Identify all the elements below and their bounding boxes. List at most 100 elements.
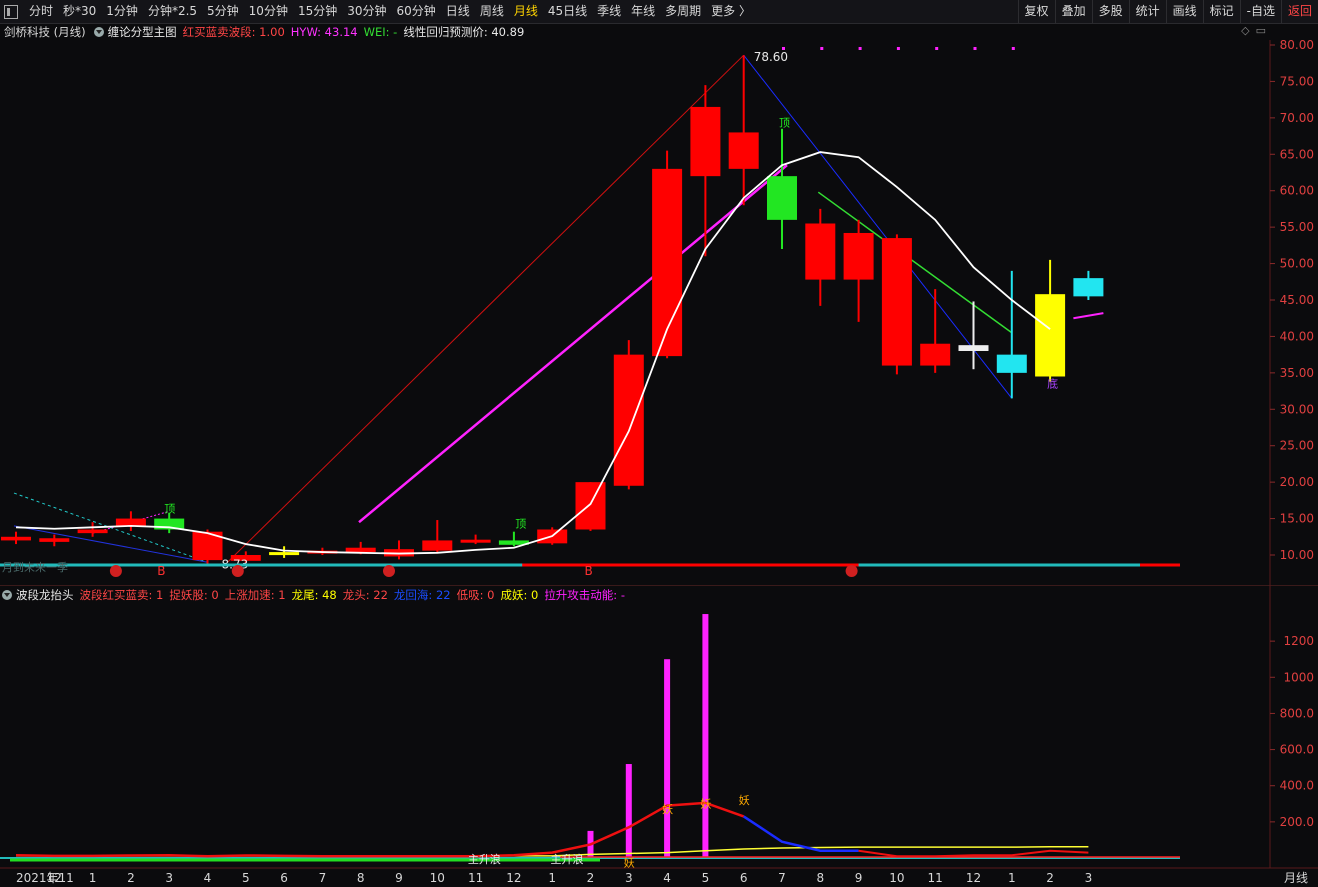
kline-chart[interactable]: 80.00 75.00 70.00 65.00 60.00 55.00 50.00 45.00… [0, 0, 1318, 887]
signal-dot [109, 565, 122, 577]
time-axis-label: 9 [395, 871, 403, 885]
top-signal-label: 顶 [515, 517, 526, 530]
trend-line-magenta [358, 164, 788, 524]
candle-body [920, 343, 951, 366]
price-tick-label: 50.00 [1280, 257, 1314, 271]
time-axis-label: 4 [204, 871, 212, 885]
candle-body [958, 345, 989, 351]
buy-signal-label: B [157, 564, 165, 578]
candle-body [422, 540, 453, 551]
time-axis-label: 6 [280, 871, 288, 885]
sub-tick-label: 1000 [1283, 670, 1314, 684]
price-tick-label: 45.00 [1280, 293, 1314, 307]
candle-body [1, 536, 31, 541]
wave-label: 主升浪 [468, 852, 501, 866]
candle-body [728, 132, 759, 169]
sub-bar [702, 614, 709, 858]
time-axis-label: 3 [1085, 871, 1093, 885]
price-tick-label: 15.00 [1280, 512, 1314, 526]
sub-tick-label: 400.0 [1280, 779, 1314, 793]
candle-body [881, 238, 912, 366]
time-axis-label: 12 [966, 871, 981, 885]
candle-body [1035, 294, 1066, 377]
ma-tail-magenta [1073, 312, 1104, 320]
time-axis-label: 2 [127, 871, 135, 885]
time-axis-label: 2 [587, 871, 595, 885]
top-dot-mark [973, 47, 977, 50]
time-axis-label: 10 [430, 871, 445, 885]
sub-tick-label: 600.0 [1280, 743, 1314, 757]
candle-body [77, 529, 108, 534]
candle-body [1073, 278, 1104, 297]
time-axis-label: 11 [928, 871, 943, 885]
sub-bar [664, 659, 671, 858]
time-axis-label: 4 [663, 871, 671, 885]
time-axis-label: 8 [816, 871, 824, 885]
sub-line-red-tail [858, 849, 1089, 858]
candle-body [690, 106, 721, 177]
yao-label: 妖 [700, 796, 711, 810]
candle-body [575, 482, 606, 530]
left-note: 月到未来一季 [2, 561, 68, 574]
price-tick-label: 20.00 [1280, 475, 1314, 489]
candle-body [115, 518, 146, 526]
candle-body [767, 176, 797, 220]
candle-body [843, 232, 874, 280]
yao-label: 妖 [662, 802, 673, 816]
candle-body [39, 538, 70, 542]
buy-signal-label: B [585, 564, 593, 578]
candle-body [805, 223, 836, 280]
time-axis-label: 6 [740, 871, 748, 885]
top-signal-label: 顶 [779, 117, 790, 130]
candle-body [996, 354, 1027, 373]
price-tick-label: 75.00 [1280, 74, 1314, 88]
price-tick-label: 25.00 [1280, 439, 1314, 453]
time-axis-label: 5 [702, 871, 710, 885]
time-axis-label: 7 [319, 871, 327, 885]
time-axis-label: 3 [625, 871, 633, 885]
sub-line-blue [743, 815, 859, 853]
price-tick-label: 35.00 [1280, 366, 1314, 380]
time-axis-label: 5 [242, 871, 250, 885]
top-dot-mark [858, 47, 862, 50]
top-signal-label: 顶 [164, 503, 175, 516]
sub-tick-label: 800.0 [1280, 706, 1314, 720]
signal-dot [231, 565, 244, 577]
signal-dot [383, 565, 395, 577]
time-axis-label: 8 [357, 871, 365, 885]
price-tick-label: 10.00 [1280, 548, 1314, 562]
top-dot-mark [935, 47, 939, 50]
yao-label: 妖 [624, 855, 635, 869]
wave-label: 主升浪 [551, 852, 584, 866]
time-axis-label: 12 [506, 871, 521, 885]
sub-tick-label: 200.0 [1280, 815, 1314, 829]
sub-line-red [15, 801, 745, 858]
time-axis-label: 1 [548, 871, 556, 885]
candle-body [269, 552, 300, 556]
price-tick-label: 60.00 [1280, 184, 1314, 198]
time-axis-label: 11 [468, 871, 483, 885]
line-blue-early [13, 525, 208, 563]
price-tick-label: 30.00 [1280, 402, 1314, 416]
candle-body [613, 354, 644, 486]
high-price-label: 78.60 [754, 50, 788, 64]
period-axis-label: 月线 [1284, 871, 1308, 885]
time-axis-label: 7 [778, 871, 786, 885]
time-axis-label: 1 [1008, 871, 1016, 885]
yao-label: 妖 [739, 793, 750, 807]
price-tick-label: 40.00 [1280, 329, 1314, 343]
price-tick-label: 80.00 [1280, 38, 1314, 52]
candle-body [345, 547, 376, 553]
top-dot-mark [820, 47, 824, 50]
time-axis-label: 3 [165, 871, 173, 885]
price-tick-label: 55.00 [1280, 220, 1314, 234]
time-axis-label: 1 [89, 871, 97, 885]
top-dot-mark [1011, 47, 1015, 50]
signal-dot [845, 565, 858, 577]
top-dot-mark [896, 47, 900, 50]
time-axis-label: 12 [47, 871, 62, 885]
time-axis-label: 2021年11 [16, 871, 74, 885]
price-tick-label: 70.00 [1280, 111, 1314, 125]
price-tick-label: 65.00 [1280, 147, 1314, 161]
sub-tick-label: 1200 [1283, 634, 1314, 648]
